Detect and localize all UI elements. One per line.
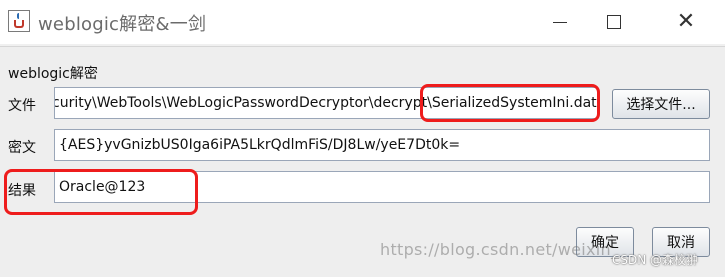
close-icon: ✕	[676, 9, 696, 34]
minimize-icon	[553, 21, 567, 23]
file-path-value: curity\WebTools\WebLogicPasswordDecrypto…	[54, 95, 597, 111]
java-cup-icon	[8, 10, 30, 32]
form-panel: weblogic解密 文件 curity\WebTools\WebLogicPa…	[0, 46, 725, 277]
cipher-text-field[interactable]: {AES}yvGnizbUS0Iga6iPA5LkrQdlmFiS/DJ8Lw/…	[54, 129, 710, 161]
cipher-label: 密文	[8, 140, 36, 156]
section-label: weblogic解密	[8, 66, 98, 82]
result-label: 结果	[8, 183, 36, 199]
choose-file-button[interactable]: 选择文件...	[612, 89, 710, 119]
title-bar[interactable]: weblogic解密&一剑 ✕	[0, 0, 725, 44]
watermark-url: https://blog.csdn.net/weixin_	[380, 240, 620, 259]
result-value: Oracle@123	[59, 179, 146, 195]
close-button[interactable]: ✕	[666, 6, 706, 38]
window-title: weblogic解密&一剑	[38, 14, 207, 35]
watermark-tag: CSDN @森校翀	[612, 253, 699, 267]
file-path-field[interactable]: curity\WebTools\WebLogicPasswordDecrypto…	[54, 87, 598, 119]
cipher-text-value: {AES}yvGnizbUS0Iga6iPA5LkrQdlmFiS/DJ8Lw/…	[59, 137, 461, 153]
app-window: weblogic解密&一剑 ✕ weblogic解密 文件 curity\Web…	[0, 0, 725, 277]
maximize-button[interactable]	[594, 6, 634, 38]
file-label: 文件	[8, 98, 36, 114]
maximize-icon	[607, 15, 621, 29]
result-field[interactable]: Oracle@123	[54, 171, 710, 203]
minimize-button[interactable]	[540, 6, 580, 38]
